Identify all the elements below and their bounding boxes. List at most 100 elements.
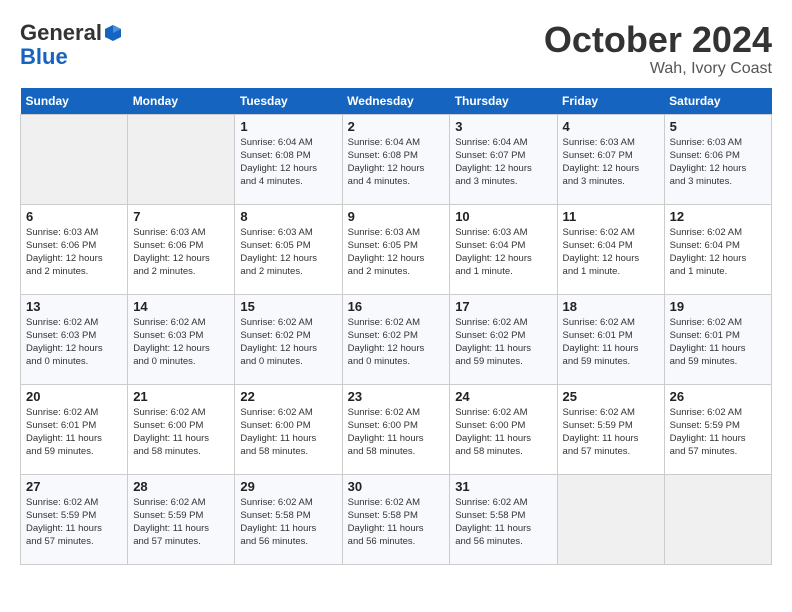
day-number: 7 <box>133 209 229 224</box>
day-info: Sunrise: 6:02 AM Sunset: 6:00 PM Dayligh… <box>133 406 229 459</box>
calendar-cell: 5 Sunrise: 6:03 AM Sunset: 6:06 PM Daylig… <box>664 114 771 204</box>
calendar-cell: 2 Sunrise: 6:04 AM Sunset: 6:08 PM Daylig… <box>342 114 450 204</box>
day-number: 11 <box>563 209 659 224</box>
calendar-cell: 6 Sunrise: 6:03 AM Sunset: 6:06 PM Daylig… <box>21 204 128 294</box>
weekday-header-wednesday: Wednesday <box>342 88 450 115</box>
day-info: Sunrise: 6:02 AM Sunset: 5:58 PM Dayligh… <box>455 496 551 549</box>
day-number: 25 <box>563 389 659 404</box>
day-number: 9 <box>348 209 445 224</box>
day-number: 20 <box>26 389 122 404</box>
calendar-cell: 22 Sunrise: 6:02 AM Sunset: 6:00 PM Dayli… <box>235 384 342 474</box>
day-number: 30 <box>348 479 445 494</box>
calendar-cell: 27Sunrise: 6:02 AM Sunset: 5:59 PM Dayli… <box>21 474 128 564</box>
calendar-cell: 10 Sunrise: 6:03 AM Sunset: 6:04 PM Dayli… <box>450 204 557 294</box>
calendar-cell: 26 Sunrise: 6:02 AM Sunset: 5:59 PM Dayli… <box>664 384 771 474</box>
calendar-cell: 11 Sunrise: 6:02 AM Sunset: 6:04 PM Dayli… <box>557 204 664 294</box>
day-info: Sunrise: 6:02 AM Sunset: 5:59 PM Dayligh… <box>26 496 122 549</box>
day-number: 4 <box>563 119 659 134</box>
calendar-cell: 4Sunrise: 6:03 AM Sunset: 6:07 PM Daylig… <box>557 114 664 204</box>
day-number: 3 <box>455 119 551 134</box>
day-info: Sunrise: 6:02 AM Sunset: 6:01 PM Dayligh… <box>563 316 659 369</box>
day-info: Sunrise: 6:02 AM Sunset: 5:58 PM Dayligh… <box>348 496 445 549</box>
day-number: 16 <box>348 299 445 314</box>
day-number: 28 <box>133 479 229 494</box>
calendar-table: SundayMondayTuesdayWednesdayThursdayFrid… <box>20 88 772 565</box>
week-row-1: 1 Sunrise: 6:04 AM Sunset: 6:08 PM Daylig… <box>21 114 772 204</box>
day-info: Sunrise: 6:02 AM Sunset: 5:59 PM Dayligh… <box>133 496 229 549</box>
weekday-header-sunday: Sunday <box>21 88 128 115</box>
calendar-cell: 18Sunrise: 6:02 AM Sunset: 6:01 PM Dayli… <box>557 294 664 384</box>
day-info: Sunrise: 6:02 AM Sunset: 6:04 PM Dayligh… <box>670 226 766 279</box>
calendar-cell: 8 Sunrise: 6:03 AM Sunset: 6:05 PM Daylig… <box>235 204 342 294</box>
day-info: Sunrise: 6:02 AM Sunset: 5:59 PM Dayligh… <box>670 406 766 459</box>
calendar-cell: 13 Sunrise: 6:02 AM Sunset: 6:03 PM Dayli… <box>21 294 128 384</box>
day-number: 26 <box>670 389 766 404</box>
week-row-5: 27Sunrise: 6:02 AM Sunset: 5:59 PM Dayli… <box>21 474 772 564</box>
calendar-cell: 3Sunrise: 6:04 AM Sunset: 6:07 PM Daylig… <box>450 114 557 204</box>
day-info: Sunrise: 6:02 AM Sunset: 6:00 PM Dayligh… <box>455 406 551 459</box>
day-number: 6 <box>26 209 122 224</box>
day-info: Sunrise: 6:02 AM Sunset: 6:03 PM Dayligh… <box>133 316 229 369</box>
day-info: Sunrise: 6:02 AM Sunset: 6:02 PM Dayligh… <box>348 316 445 369</box>
calendar-cell: 20Sunrise: 6:02 AM Sunset: 6:01 PM Dayli… <box>21 384 128 474</box>
weekday-header-thursday: Thursday <box>450 88 557 115</box>
calendar-cell: 21 Sunrise: 6:02 AM Sunset: 6:00 PM Dayli… <box>128 384 235 474</box>
day-number: 21 <box>133 389 229 404</box>
day-number: 13 <box>26 299 122 314</box>
day-info: Sunrise: 6:03 AM Sunset: 6:06 PM Dayligh… <box>670 136 766 189</box>
day-info: Sunrise: 6:02 AM Sunset: 6:01 PM Dayligh… <box>670 316 766 369</box>
day-info: Sunrise: 6:02 AM Sunset: 6:02 PM Dayligh… <box>455 316 551 369</box>
day-info: Sunrise: 6:04 AM Sunset: 6:08 PM Dayligh… <box>240 136 336 189</box>
month-title: October 2024 <box>544 20 772 60</box>
day-number: 23 <box>348 389 445 404</box>
day-info: Sunrise: 6:03 AM Sunset: 6:05 PM Dayligh… <box>240 226 336 279</box>
day-info: Sunrise: 6:02 AM Sunset: 6:00 PM Dayligh… <box>240 406 336 459</box>
day-number: 5 <box>670 119 766 134</box>
day-number: 19 <box>670 299 766 314</box>
day-number: 8 <box>240 209 336 224</box>
logo: General Blue <box>20 20 122 70</box>
calendar-cell: 17 Sunrise: 6:02 AM Sunset: 6:02 PM Dayli… <box>450 294 557 384</box>
day-number: 17 <box>455 299 551 314</box>
weekday-header-monday: Monday <box>128 88 235 115</box>
week-row-3: 13 Sunrise: 6:02 AM Sunset: 6:03 PM Dayli… <box>21 294 772 384</box>
calendar-cell <box>21 114 128 204</box>
day-number: 1 <box>240 119 336 134</box>
calendar-cell: 30 Sunrise: 6:02 AM Sunset: 5:58 PM Dayli… <box>342 474 450 564</box>
day-number: 12 <box>670 209 766 224</box>
calendar-cell: 14Sunrise: 6:02 AM Sunset: 6:03 PM Dayli… <box>128 294 235 384</box>
week-row-4: 20Sunrise: 6:02 AM Sunset: 6:01 PM Dayli… <box>21 384 772 474</box>
day-number: 10 <box>455 209 551 224</box>
calendar-cell: 31 Sunrise: 6:02 AM Sunset: 5:58 PM Dayli… <box>450 474 557 564</box>
day-info: Sunrise: 6:02 AM Sunset: 5:59 PM Dayligh… <box>563 406 659 459</box>
logo-icon <box>104 24 122 42</box>
weekday-header-tuesday: Tuesday <box>235 88 342 115</box>
calendar-cell: 29Sunrise: 6:02 AM Sunset: 5:58 PM Dayli… <box>235 474 342 564</box>
calendar-cell: 23 Sunrise: 6:02 AM Sunset: 6:00 PM Dayli… <box>342 384 450 474</box>
calendar-cell <box>557 474 664 564</box>
logo-general-text: General <box>20 20 102 46</box>
calendar-cell: 28 Sunrise: 6:02 AM Sunset: 5:59 PM Dayli… <box>128 474 235 564</box>
day-info: Sunrise: 6:03 AM Sunset: 6:04 PM Dayligh… <box>455 226 551 279</box>
calendar-cell <box>664 474 771 564</box>
week-row-2: 6 Sunrise: 6:03 AM Sunset: 6:06 PM Daylig… <box>21 204 772 294</box>
day-info: Sunrise: 6:03 AM Sunset: 6:06 PM Dayligh… <box>26 226 122 279</box>
weekday-header-row: SundayMondayTuesdayWednesdayThursdayFrid… <box>21 88 772 115</box>
title-area: October 2024 Wah, Ivory Coast <box>544 20 772 78</box>
calendar-cell: 24Sunrise: 6:02 AM Sunset: 6:00 PM Dayli… <box>450 384 557 474</box>
location: Wah, Ivory Coast <box>544 60 772 78</box>
day-info: Sunrise: 6:02 AM Sunset: 6:03 PM Dayligh… <box>26 316 122 369</box>
day-info: Sunrise: 6:02 AM Sunset: 6:04 PM Dayligh… <box>563 226 659 279</box>
logo-blue-text: Blue <box>20 44 68 70</box>
day-number: 29 <box>240 479 336 494</box>
day-number: 22 <box>240 389 336 404</box>
weekday-header-friday: Friday <box>557 88 664 115</box>
day-number: 2 <box>348 119 445 134</box>
calendar-cell: 1 Sunrise: 6:04 AM Sunset: 6:08 PM Daylig… <box>235 114 342 204</box>
calendar-cell: 15Sunrise: 6:02 AM Sunset: 6:02 PM Dayli… <box>235 294 342 384</box>
calendar-cell: 25 Sunrise: 6:02 AM Sunset: 5:59 PM Dayli… <box>557 384 664 474</box>
day-info: Sunrise: 6:02 AM Sunset: 6:00 PM Dayligh… <box>348 406 445 459</box>
day-info: Sunrise: 6:04 AM Sunset: 6:08 PM Dayligh… <box>348 136 445 189</box>
calendar-cell: 19 Sunrise: 6:02 AM Sunset: 6:01 PM Dayli… <box>664 294 771 384</box>
day-number: 31 <box>455 479 551 494</box>
